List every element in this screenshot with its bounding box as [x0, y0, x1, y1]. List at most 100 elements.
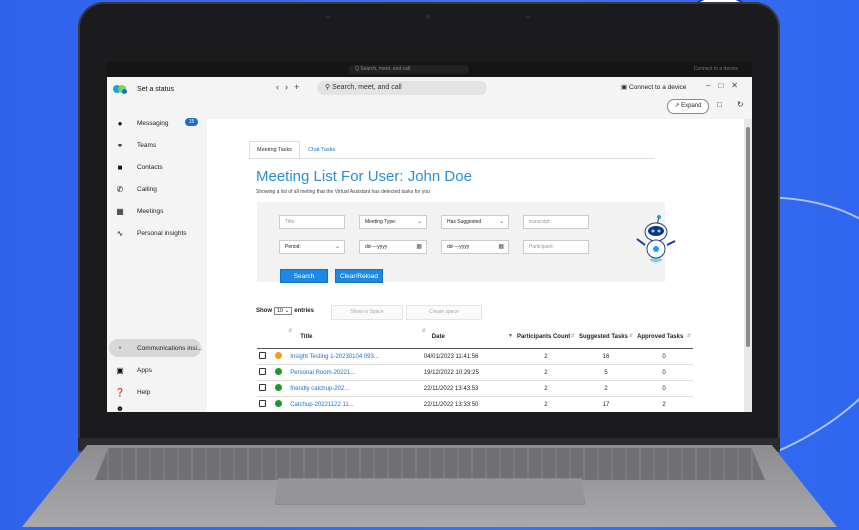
column-header-date[interactable]: ⇵ Date ▼: [421, 325, 515, 349]
sidebar-item-apps[interactable]: ▣ Apps: [115, 364, 152, 376]
create-space-button[interactable]: Create space: [406, 305, 482, 320]
row-participants-cell: 2: [514, 364, 577, 381]
clear-reload-button[interactable]: Clear/Reload: [335, 269, 383, 283]
sidebar-item-label: Teams: [137, 141, 157, 149]
row-title-cell: Insight Testing 1-20230104 093...: [288, 348, 422, 365]
row-checkbox[interactable]: [259, 400, 266, 407]
date-to-input[interactable]: dd----yyyy ▦: [441, 240, 509, 254]
sidebar-item-label: Personal insights: [137, 229, 187, 237]
calendar-icon[interactable]: ▦: [498, 241, 504, 253]
meetings-table: ⇵ Title ⇵ Date ▼ Participants Count ⇵ Sugges…: [257, 325, 693, 412]
expand-button[interactable]: ↗ Expand: [667, 99, 709, 114]
sidebar-item-label: Contacts: [137, 163, 163, 171]
sidebar-item-label: Meetings: [137, 207, 164, 215]
row-date-cell: 22/11/2022 13:43:53: [421, 380, 515, 397]
os-title-strip: Q Search, meet, and call Connect to a de…: [107, 62, 752, 77]
row-title-cell: Catchup-20221122 11...: [288, 396, 422, 412]
row-select-cell: [257, 348, 273, 365]
has-suggested-select[interactable]: Has Suggested ⌄: [441, 215, 509, 229]
page-length-control: Show 10 ⌄ entries: [256, 307, 314, 315]
meeting-title-link[interactable]: Insight Testing 1-20230104 093...: [290, 354, 379, 360]
calendar-icon[interactable]: ▦: [416, 241, 422, 253]
tab-meeting-tasks[interactable]: Meeting Tasks: [249, 141, 301, 159]
sidebar-item-meetings[interactable]: ▦ Meetings: [115, 205, 163, 217]
row-checkbox[interactable]: [259, 384, 266, 391]
row-checkbox[interactable]: [259, 352, 266, 359]
panel-icon[interactable]: □: [717, 100, 722, 109]
camera-dot: [426, 15, 430, 19]
sidebar-item-help[interactable]: ❓ Help: [115, 386, 150, 398]
row-status-cell: [272, 348, 289, 365]
row-participants-cell: 2: [514, 396, 577, 412]
column-header-suggested[interactable]: Suggested Tasks ⇵: [576, 325, 636, 349]
sidebar-item-label: Help: [137, 388, 151, 396]
table-row[interactable]: Catchup-20221122 11... 22/11/2022 13:33:5…: [257, 396, 693, 412]
column-header-title[interactable]: ⇵ Title: [288, 325, 422, 349]
connect-device-button[interactable]: ▣ Connect to a device: [621, 83, 686, 91]
nav-controls: ‹›+: [276, 82, 305, 92]
insights-icon: ∿: [116, 228, 124, 238]
camera-dot: [526, 15, 530, 19]
forward-icon[interactable]: ›: [285, 82, 294, 92]
user-avatar[interactable]: ☻: [115, 402, 137, 413]
row-approved-cell: 0: [635, 348, 693, 365]
laptop-trackpad: [275, 478, 585, 505]
refresh-icon[interactable]: ↻: [737, 100, 744, 109]
column-header-approved[interactable]: Approved Tasks ⇵: [635, 325, 693, 349]
table-row[interactable]: Personal Room-20221... 19/12/2022 10:29:2…: [257, 364, 693, 381]
column-header-participants[interactable]: Participants Count ⇵: [514, 325, 577, 349]
sidebar-item-teams[interactable]: ⚭ Teams: [115, 139, 157, 151]
back-icon[interactable]: ‹: [276, 82, 285, 92]
row-checkbox[interactable]: [259, 368, 266, 375]
select-column-header: [257, 325, 273, 349]
expand-label: Expand: [681, 103, 702, 109]
date-from-value: dd----yyyy: [365, 244, 388, 250]
maximize-icon[interactable]: □: [718, 81, 731, 90]
sidebar-item-calling[interactable]: ✆ Calling: [115, 183, 157, 195]
plus-icon[interactable]: +: [294, 82, 305, 92]
os-search-field[interactable]: Q Search, meet, and call: [349, 65, 469, 74]
show-in-space-button[interactable]: Show in Space: [331, 305, 403, 320]
meeting-type-label: Meeting Type:: [365, 219, 397, 225]
meeting-type-select[interactable]: Meeting Type: ⌄: [359, 215, 427, 229]
entries-label: entries: [294, 308, 314, 314]
meeting-title-link[interactable]: Catchup-20221122 11...: [290, 402, 354, 408]
set-status-label[interactable]: Set a status: [137, 86, 174, 93]
minimize-icon[interactable]: –: [706, 81, 718, 90]
date-from-input[interactable]: dd----yyyy ▦: [359, 240, 427, 254]
table-row[interactable]: friendly catchup-202... 22/11/2022 13:43:…: [257, 380, 693, 397]
title-filter-input[interactable]: Title:: [279, 215, 345, 229]
row-approved-cell: 0: [635, 364, 693, 381]
contacts-icon: ■: [117, 162, 123, 172]
chevron-down-icon: ⌄: [498, 219, 504, 225]
sort-desc-icon: ▼: [507, 333, 513, 339]
meeting-title-link[interactable]: friendly catchup-202...: [290, 386, 349, 392]
period-select[interactable]: Period: ⌄: [279, 240, 345, 254]
close-icon[interactable]: ✕: [731, 81, 746, 90]
sidebar-item-personal-insights[interactable]: ∿ Personal insights: [115, 227, 187, 239]
search-button[interactable]: Search: [280, 269, 328, 283]
transcript-filter-input[interactable]: transcript:: [523, 215, 589, 229]
laptop-screen: Q Search, meet, and call Connect to a de…: [107, 62, 752, 412]
tab-chat-tasks[interactable]: Chat Tasks: [300, 141, 343, 159]
row-approved-cell: 0: [635, 380, 693, 397]
status-dot: [274, 384, 282, 391]
sidebar-item-messaging[interactable]: ● Messaging: [115, 117, 169, 129]
page-length-select[interactable]: 10 ⌄: [274, 307, 293, 315]
status-dot: [274, 352, 282, 359]
participant-filter-input[interactable]: Participant:: [523, 240, 589, 254]
table-row[interactable]: Insight Testing 1-20230104 093... 04/01/2…: [257, 348, 693, 365]
screen-icon: ▣: [621, 84, 628, 91]
chevron-down-icon: ⌄: [416, 219, 422, 225]
sidebar-item-communications-insights[interactable]: ● Communications insi...: [115, 342, 202, 354]
task-tabs: Meeting Tasks Chat Tasks: [249, 141, 343, 159]
expand-icon: ↗: [674, 103, 680, 109]
scrollbar-thumb[interactable]: [746, 127, 750, 347]
os-connect-label: Connect to a device: [693, 66, 738, 72]
app-logo-icon: [113, 83, 127, 95]
sidebar-item-contacts[interactable]: ■ Contacts: [115, 161, 163, 173]
row-title-cell: friendly catchup-202...: [288, 380, 422, 397]
page-title: Meeting List For User: John Doe: [256, 168, 472, 185]
search-input[interactable]: ⚲ Search, meet, and call: [317, 81, 487, 95]
meeting-title-link[interactable]: Personal Room-20221...: [290, 370, 355, 376]
